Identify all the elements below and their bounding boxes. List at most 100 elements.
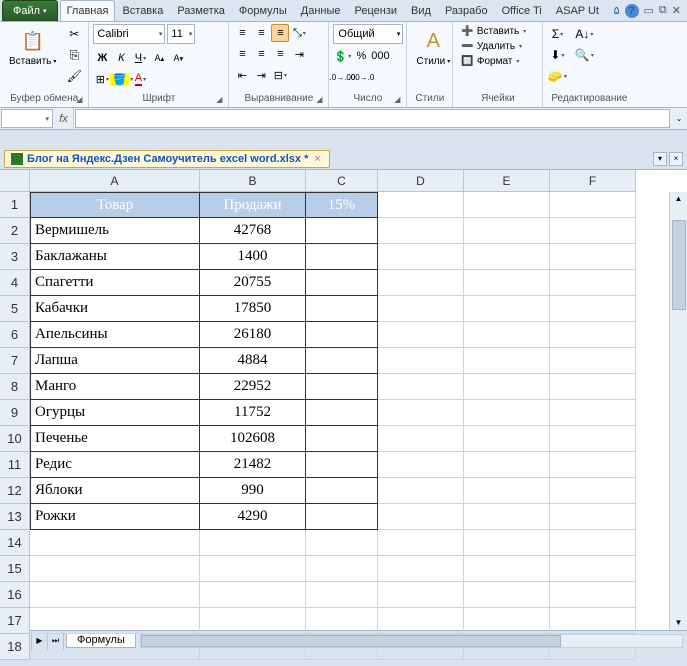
cell-B14[interactable] — [200, 530, 306, 556]
scroll-down-icon[interactable]: ▼ — [670, 616, 687, 630]
cell-A11[interactable]: Редис — [30, 452, 200, 478]
cell-F10[interactable] — [550, 426, 636, 452]
cell-C16[interactable] — [306, 582, 378, 608]
help-icon[interactable]: ? — [625, 4, 639, 18]
number-format-select[interactable]: Общий▾ — [333, 24, 403, 44]
cell-F2[interactable] — [550, 218, 636, 244]
cell-F14[interactable] — [550, 530, 636, 556]
cell-D16[interactable] — [378, 582, 464, 608]
fill-color-button[interactable]: 🪣▾ — [112, 70, 130, 88]
cell-A7[interactable]: Лапша — [30, 348, 200, 374]
underline-button[interactable]: Ч▾ — [131, 49, 149, 67]
cell-F3[interactable] — [550, 244, 636, 270]
percent-button[interactable]: % — [352, 47, 370, 65]
cell-D13[interactable] — [378, 504, 464, 530]
col-header-C[interactable]: C — [306, 170, 378, 192]
cell-E15[interactable] — [464, 556, 550, 582]
row-header-17[interactable]: 17 — [0, 608, 30, 634]
cell-D1[interactable] — [378, 192, 464, 218]
tab-data[interactable]: Данные — [294, 0, 348, 21]
doc-menu-button[interactable]: ▾ — [653, 152, 667, 166]
cell-C13[interactable] — [306, 504, 378, 530]
align-right-button[interactable]: ≡ — [271, 45, 289, 63]
cell-E2[interactable] — [464, 218, 550, 244]
row-header-18[interactable]: 18 — [0, 634, 30, 660]
cell-B4[interactable]: 20755 — [200, 270, 306, 296]
row-header-5[interactable]: 5 — [0, 296, 30, 322]
cell-D12[interactable] — [378, 478, 464, 504]
increase-indent-button[interactable]: ⇥ — [252, 66, 270, 84]
align-bottom-button[interactable]: ≡ — [271, 24, 289, 42]
row-header-15[interactable]: 15 — [0, 556, 30, 582]
cell-D14[interactable] — [378, 530, 464, 556]
cell-A12[interactable]: Яблоки — [30, 478, 200, 504]
align-left-button[interactable]: ≡ — [233, 45, 251, 63]
cell-D7[interactable] — [378, 348, 464, 374]
cell-E14[interactable] — [464, 530, 550, 556]
row-header-9[interactable]: 9 — [0, 400, 30, 426]
cell-A9[interactable]: Огурцы — [30, 400, 200, 426]
wrap-text-button[interactable]: ⇥ — [290, 45, 308, 63]
tab-officetab[interactable]: Office Ti — [495, 0, 549, 21]
cell-A1[interactable]: Товар — [30, 192, 200, 218]
cell-C17[interactable] — [306, 608, 378, 634]
window-close-icon[interactable]: ✕ — [672, 4, 681, 17]
cell-C1[interactable]: 15% — [306, 192, 378, 218]
find-select-button[interactable]: 🔍▾ — [570, 45, 598, 65]
cell-B9[interactable]: 11752 — [200, 400, 306, 426]
cell-E9[interactable] — [464, 400, 550, 426]
row-header-7[interactable]: 7 — [0, 348, 30, 374]
cell-E1[interactable] — [464, 192, 550, 218]
cell-E4[interactable] — [464, 270, 550, 296]
file-tab[interactable]: Файл▾ — [2, 0, 58, 21]
delete-cells-button[interactable]: ➖Удалить▾ — [457, 39, 530, 54]
row-header-10[interactable]: 10 — [0, 426, 30, 452]
autosum-button[interactable]: Σ▾ — [547, 24, 567, 44]
cell-B5[interactable]: 17850 — [200, 296, 306, 322]
cell-F17[interactable] — [550, 608, 636, 634]
font-size-select[interactable]: 11▾ — [167, 24, 195, 44]
paste-button[interactable]: 📋 Вставить▾ — [4, 24, 61, 70]
cell-A14[interactable] — [30, 530, 200, 556]
col-header-F[interactable]: F — [550, 170, 636, 192]
cell-D17[interactable] — [378, 608, 464, 634]
styles-button[interactable]: A Стили▾ — [411, 24, 455, 70]
cell-A10[interactable]: Печенье — [30, 426, 200, 452]
cell-E11[interactable] — [464, 452, 550, 478]
cell-C9[interactable] — [306, 400, 378, 426]
format-cells-button[interactable]: 🔲Формат▾ — [457, 54, 530, 69]
cell-C5[interactable] — [306, 296, 378, 322]
tab-review[interactable]: Рецензи — [348, 0, 405, 21]
cut-button[interactable]: ✂ — [64, 24, 84, 44]
cell-D11[interactable] — [378, 452, 464, 478]
cell-F16[interactable] — [550, 582, 636, 608]
cell-B7[interactable]: 4884 — [200, 348, 306, 374]
close-doc-icon[interactable]: × — [312, 153, 322, 165]
cell-F13[interactable] — [550, 504, 636, 530]
cell-C15[interactable] — [306, 556, 378, 582]
insert-cells-button[interactable]: ➕Вставить▾ — [457, 24, 530, 39]
orientation-button[interactable]: ⤡▾ — [290, 24, 308, 42]
cell-B8[interactable]: 22952 — [200, 374, 306, 400]
cell-B11[interactable]: 21482 — [200, 452, 306, 478]
row-header-14[interactable]: 14 — [0, 530, 30, 556]
cell-F15[interactable] — [550, 556, 636, 582]
row-header-16[interactable]: 16 — [0, 582, 30, 608]
cell-C4[interactable] — [306, 270, 378, 296]
cell-F5[interactable] — [550, 296, 636, 322]
scroll-up-icon[interactable]: ▲ — [670, 192, 687, 206]
cell-B6[interactable]: 26180 — [200, 322, 306, 348]
cell-F12[interactable] — [550, 478, 636, 504]
row-header-4[interactable]: 4 — [0, 270, 30, 296]
cell-B15[interactable] — [200, 556, 306, 582]
cell-D5[interactable] — [378, 296, 464, 322]
cell-C10[interactable] — [306, 426, 378, 452]
cell-A2[interactable]: Вермишель — [30, 218, 200, 244]
comma-button[interactable]: 000 — [371, 47, 389, 65]
row-header-13[interactable]: 13 — [0, 504, 30, 530]
currency-button[interactable]: 💲▾ — [333, 47, 351, 65]
window-min-icon[interactable]: ▭ — [644, 4, 654, 17]
cell-D6[interactable] — [378, 322, 464, 348]
cell-F4[interactable] — [550, 270, 636, 296]
formula-expand-button[interactable]: ⌄ — [671, 108, 687, 129]
